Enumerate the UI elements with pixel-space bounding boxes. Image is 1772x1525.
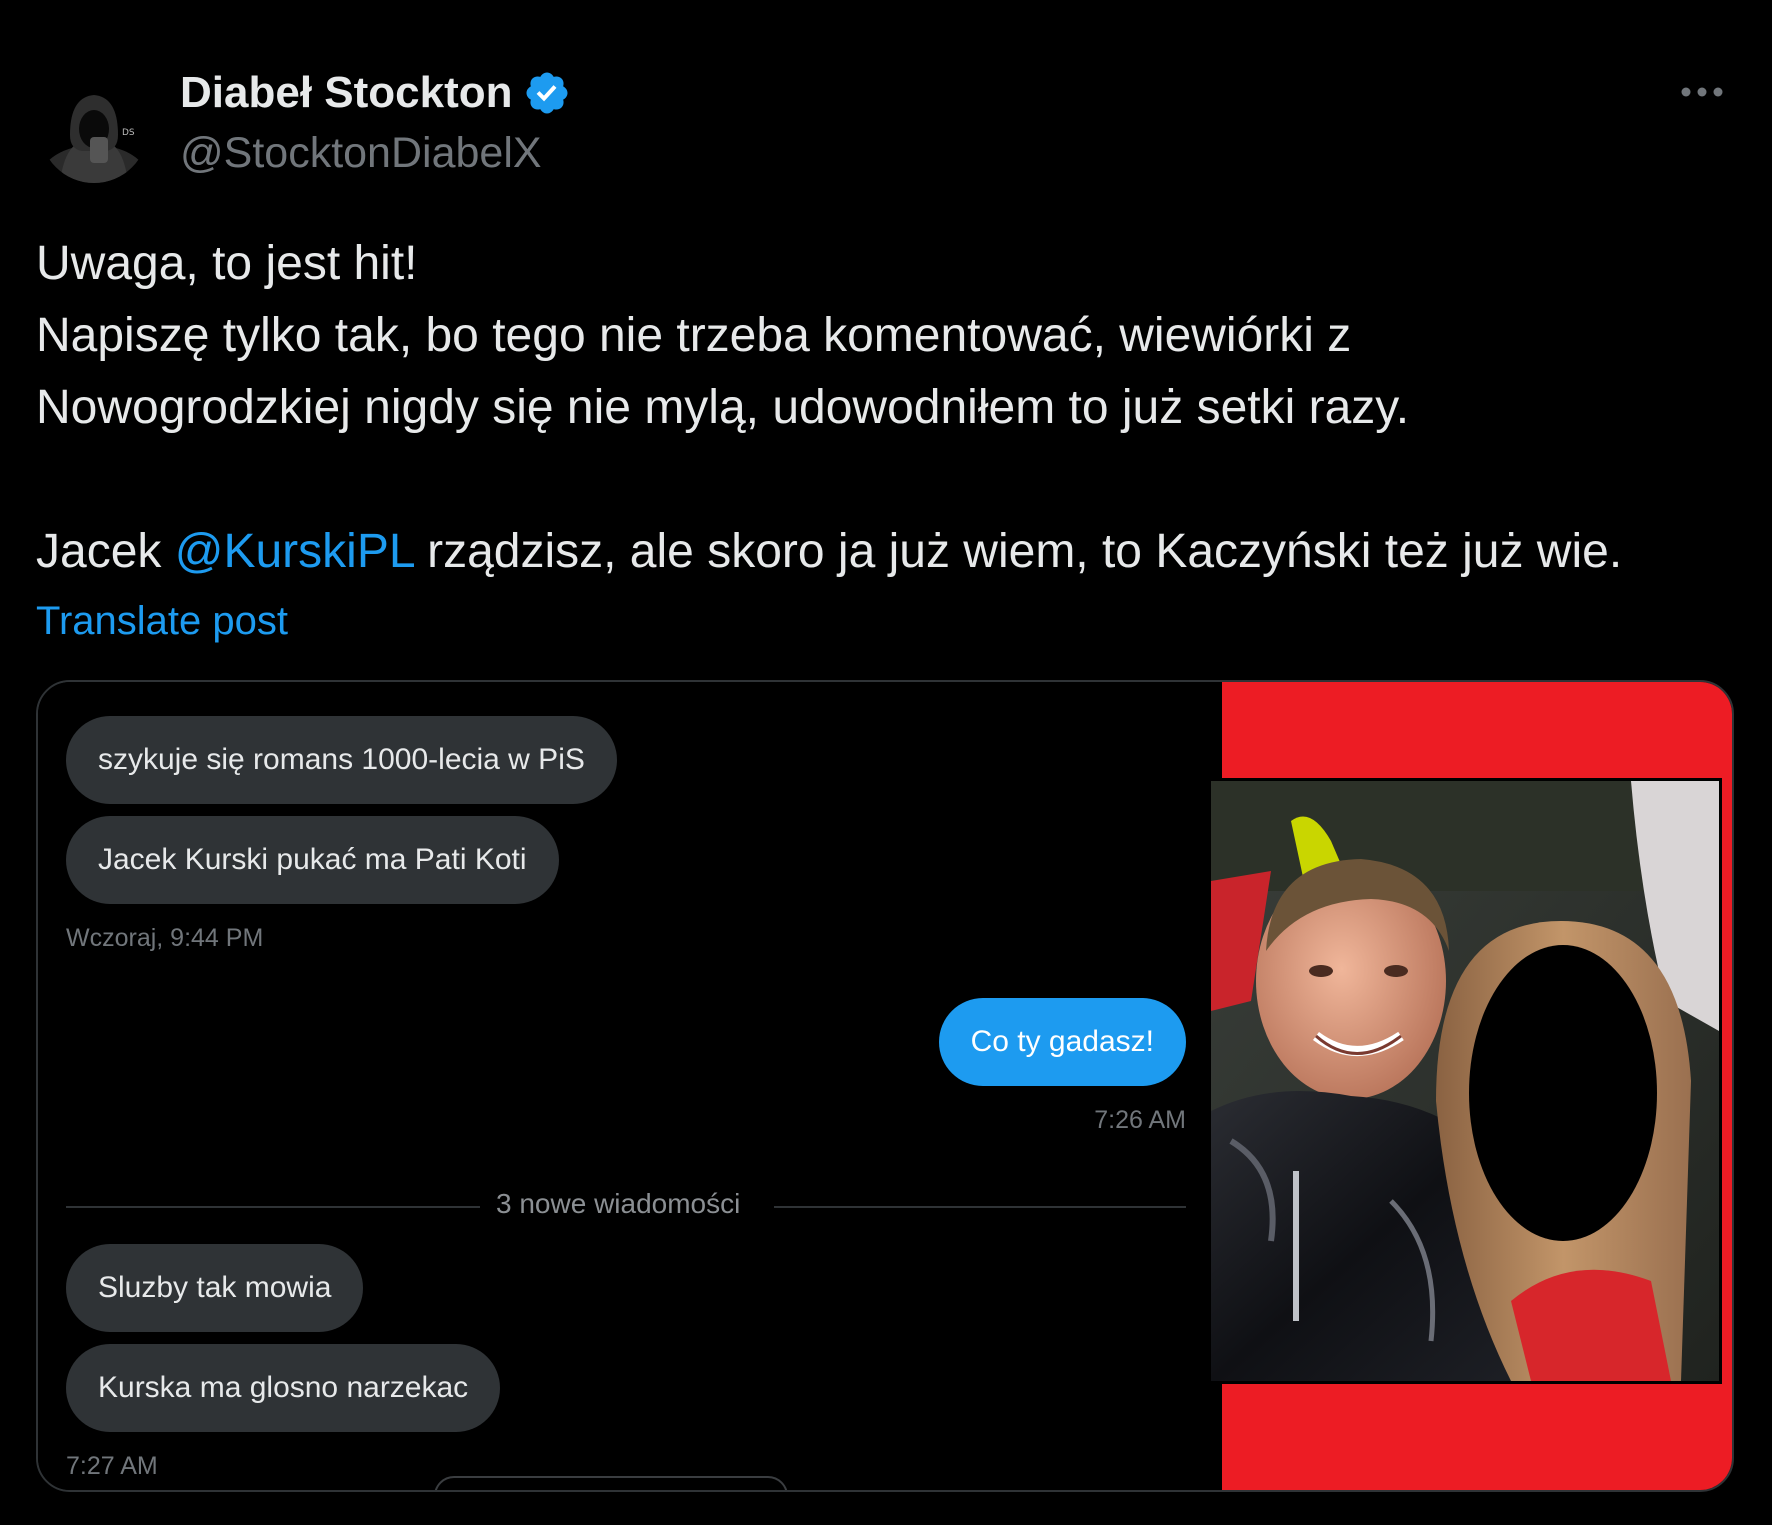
post-text-line: Uwaga, to jest hit!	[36, 237, 418, 290]
chat-timestamp: 7:27 AM	[66, 1452, 158, 1480]
chat-screenshot: szykuje się romans 1000-lecia w PiS Jace…	[38, 682, 1222, 1490]
divider-line	[66, 1206, 480, 1208]
chat-bubble-incoming: szykuje się romans 1000-lecia w PiS	[66, 716, 617, 804]
avatar-badge-text: DS	[122, 128, 135, 138]
chat-bubble-outgoing: Co ty gadasz!	[938, 998, 1186, 1086]
more-dots-icon	[1681, 87, 1723, 97]
divider-line	[774, 1206, 1186, 1208]
translate-post-link[interactable]: Translate post	[36, 593, 288, 649]
chat-bubble-incoming: Sluzby tak mowia	[66, 1244, 364, 1332]
chat-bottom-pill	[434, 1476, 788, 1490]
chat-bubble-incoming: Jacek Kurski pukać ma Pati Koti	[66, 816, 559, 904]
more-options-button[interactable]	[1672, 72, 1732, 112]
author-handle[interactable]: @StocktonDiabelX	[180, 128, 542, 178]
mention-link[interactable]: @KurskiPL	[175, 525, 414, 578]
post-text-line: Napiszę tylko tak, bo tego nie trzeba ko…	[36, 309, 1352, 362]
post: DS Diabeł Stockton @StocktonDiabelX Uwag…	[0, 0, 1772, 1525]
verified-badge-icon[interactable]	[523, 69, 571, 117]
chat-timestamp: 7:26 AM	[1094, 1106, 1186, 1134]
photo-panel	[1208, 682, 1732, 1490]
new-messages-divider: 3 nowe wiadomości	[496, 1188, 741, 1219]
post-text-line: Jacek @KurskiPL rządzisz, ale skoro ja j…	[36, 516, 1736, 588]
author-name[interactable]: Diabeł Stockton	[180, 68, 513, 118]
two-people-photo	[1211, 781, 1719, 1381]
post-text: Uwaga, to jest hit! Napiszę tylko tak, b…	[36, 228, 1736, 588]
author-name-row: Diabeł Stockton	[180, 68, 571, 118]
chat-timestamp: Wczoraj, 9:44 PM	[66, 924, 264, 952]
chat-bubble-incoming: Kurska ma glosno narzekac	[66, 1344, 501, 1432]
author-avatar[interactable]: DS	[40, 75, 148, 183]
post-text-fragment: Jacek	[36, 525, 175, 578]
post-text-line: Nowogrodzkiej nigdy się nie mylą, udowod…	[36, 381, 1410, 434]
hooded-figure-image: DS	[40, 75, 148, 183]
post-media[interactable]: szykuje się romans 1000-lecia w PiS Jace…	[36, 680, 1734, 1492]
photo-image	[1208, 778, 1722, 1384]
post-text-fragment: rządzisz, ale skoro ja już wiem, to Kacz…	[413, 525, 1623, 578]
